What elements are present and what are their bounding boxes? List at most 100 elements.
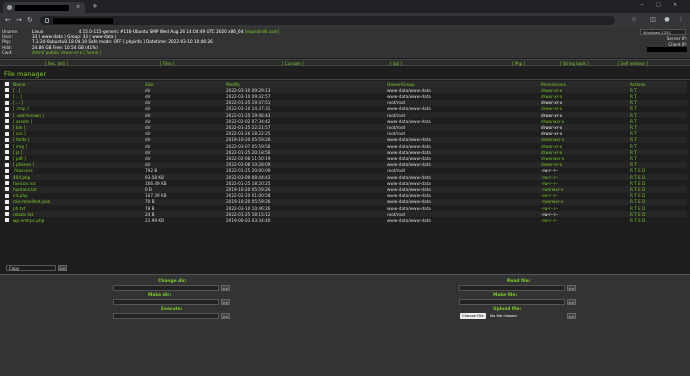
file-name-link[interactable]: [ . ] — [13, 88, 20, 93]
file-actions[interactable]: R T — [630, 94, 637, 99]
make-dir-submit[interactable]: >> — [221, 299, 230, 305]
row-checkbox[interactable] — [5, 137, 9, 142]
window-close-icon[interactable]: × — [673, 2, 677, 8]
row-checkbox[interactable] — [5, 106, 9, 111]
menu-sec-info[interactable]: [ Sec. Info ] — [45, 61, 68, 66]
file-actions[interactable]: R T E D — [630, 181, 645, 186]
file-actions[interactable]: R T — [630, 88, 637, 93]
bulk-action-select[interactable]: Copy — [6, 265, 56, 271]
file-actions[interactable]: R T — [630, 156, 637, 161]
forward-arrow-icon[interactable]: → — [16, 16, 22, 24]
menu-console[interactable]: [ Console ] — [282, 61, 304, 66]
row-checkbox[interactable] — [5, 193, 9, 198]
row-checkbox[interactable] — [5, 218, 9, 223]
file-permissions[interactable]: drwxr-xr-x — [541, 131, 562, 136]
file-permissions[interactable]: -rw-r--r-- — [541, 175, 558, 180]
row-checkbox[interactable] — [5, 131, 9, 136]
bulk-submit-button[interactable]: >> — [58, 265, 67, 271]
file-permissions[interactable]: drwxr-xr-x — [541, 88, 562, 93]
file-name-link[interactable]: [ .. ] — [13, 94, 22, 99]
header-size[interactable]: Size — [145, 82, 154, 87]
extensions-icon[interactable]: ◫ — [650, 17, 656, 23]
header-name[interactable]: Name — [13, 82, 25, 87]
file-permissions[interactable]: -rw-r--r-- — [541, 181, 558, 186]
file-permissions[interactable]: -rwxrwxr-x — [541, 199, 563, 204]
maximize-icon[interactable]: □ — [656, 2, 661, 8]
file-name-link[interactable]: [ fonts ] — [13, 137, 29, 142]
file-name-link[interactable]: .htaccess — [13, 168, 33, 173]
file-actions[interactable]: R T E D — [630, 218, 645, 223]
exploit-db-link[interactable]: [exploit-db.com] — [245, 29, 280, 34]
file-name-link[interactable]: 404.php — [13, 175, 30, 180]
reload-icon[interactable]: ↻ — [27, 16, 33, 24]
menu-string-tools[interactable]: [ String tools ] — [560, 61, 589, 66]
file-actions[interactable]: R T E D — [630, 212, 645, 217]
file-name-link[interactable]: [ ... ] — [13, 100, 23, 105]
file-permissions[interactable]: -rwxrwxr-x — [541, 187, 563, 192]
file-actions[interactable]: R T — [630, 100, 637, 105]
file-permissions[interactable]: -rw-r--r-- — [541, 218, 558, 223]
row-checkbox[interactable] — [5, 94, 9, 99]
new-tab-button[interactable]: + — [92, 2, 98, 10]
file-name-link[interactable]: humans.txt — [13, 187, 37, 192]
back-arrow-icon[interactable]: ← — [5, 16, 11, 24]
select-all-checkbox[interactable] — [5, 82, 9, 87]
file-permissions[interactable]: -rw-r--r-- — [541, 193, 558, 198]
row-checkbox[interactable] — [5, 199, 9, 204]
menu-sql[interactable]: [ Sql ] — [390, 61, 402, 66]
row-checkbox[interactable] — [5, 100, 9, 105]
row-checkbox[interactable] — [5, 187, 9, 192]
browser-tab[interactable]: × — [3, 2, 85, 13]
file-name-link[interactable]: robots.txt — [13, 212, 33, 217]
file-actions[interactable]: R T E D — [630, 199, 645, 204]
menu-php[interactable]: [ Php ] — [512, 61, 525, 66]
menu-self-remove[interactable]: [ Self remove ] — [618, 61, 648, 66]
close-tab-icon[interactable]: × — [76, 4, 80, 10]
file-name-link[interactable]: [ .tmp ] — [13, 106, 29, 111]
address-bar[interactable] — [40, 16, 615, 25]
file-permissions[interactable]: drwxr-xr-x — [541, 113, 562, 118]
file-actions[interactable]: R T E D — [630, 168, 645, 173]
file-name-link[interactable]: favicon.ico — [13, 181, 36, 186]
file-name-link[interactable]: [ img ] — [13, 144, 27, 149]
file-actions[interactable]: R T E D — [630, 206, 645, 211]
row-checkbox[interactable] — [5, 168, 9, 173]
kebab-menu-icon[interactable]: ⋮ — [678, 17, 684, 23]
file-actions[interactable]: R T — [630, 137, 637, 142]
execute-input[interactable] — [113, 313, 219, 319]
file-actions[interactable]: R T — [630, 162, 637, 167]
menu-files[interactable]: [ Files ] — [160, 61, 174, 66]
choose-file-button[interactable]: Choose File — [460, 313, 486, 319]
file-name-link[interactable]: ph.txt — [13, 206, 25, 211]
row-checkbox[interactable] — [5, 113, 9, 118]
file-actions[interactable]: R T E D — [630, 175, 645, 180]
header-permissions[interactable]: Permissions — [541, 82, 566, 87]
file-permissions[interactable]: -rw-r--r-- — [541, 168, 558, 173]
file-permissions[interactable]: drwxrwxr-x — [541, 119, 564, 124]
execute-submit[interactable]: >> — [221, 313, 230, 319]
profile-icon[interactable]: ● — [664, 17, 670, 23]
file-actions[interactable]: R T — [630, 113, 637, 118]
read-file-submit[interactable]: >> — [567, 285, 576, 291]
file-name-link[interactable]: [ pdf ] — [13, 156, 26, 161]
row-checkbox[interactable] — [5, 175, 9, 180]
file-permissions[interactable]: drwxr-xr-x — [541, 125, 562, 130]
file-actions[interactable]: R T — [630, 144, 637, 149]
make-file-input[interactable] — [459, 299, 565, 305]
file-name-link[interactable]: [ assets ] — [13, 119, 32, 124]
row-checkbox[interactable] — [5, 150, 9, 155]
file-permissions[interactable]: drwxr-xr-x — [541, 144, 562, 149]
row-checkbox[interactable] — [5, 156, 9, 161]
file-permissions[interactable]: drwxr-xr-x — [541, 106, 562, 111]
file-actions[interactable]: R T — [630, 125, 637, 130]
file-actions[interactable]: R T E D — [630, 193, 645, 198]
file-name-link[interactable]: [ phones ] — [13, 162, 34, 167]
upload-file-submit[interactable]: >> — [567, 313, 576, 319]
file-permissions[interactable]: drwxr-xr-x — [541, 94, 562, 99]
file-name-link[interactable]: [ js ] — [13, 150, 22, 155]
row-checkbox[interactable] — [5, 181, 9, 186]
file-permissions[interactable]: drwxrwxr-x — [541, 156, 564, 161]
file-permissions[interactable]: -rw-r--r-- — [541, 206, 558, 211]
make-dir-input[interactable] — [113, 299, 219, 305]
file-actions[interactable]: R T — [630, 131, 637, 136]
